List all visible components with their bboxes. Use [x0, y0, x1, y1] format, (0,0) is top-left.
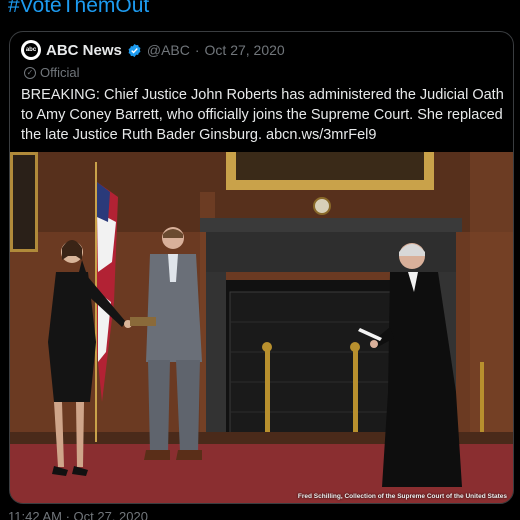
- verified-badge-icon: [128, 43, 141, 57]
- photo-credit: Fred Schilling, Collection of the Suprem…: [297, 493, 507, 500]
- separator-dot: ·: [194, 42, 200, 58]
- avatar[interactable]: abc: [21, 40, 41, 60]
- abc-logo-icon: abc: [24, 43, 38, 57]
- quoted-tweet-header: abc ABC News @ABC · Oct 27, 2020: [21, 40, 285, 60]
- swearing-in-photo: [10, 152, 513, 503]
- official-label: ✓ Official: [24, 65, 80, 80]
- hashtag-text[interactable]: #VoteThemOut: [8, 0, 149, 18]
- author-name[interactable]: ABC News: [46, 42, 122, 59]
- author-handle[interactable]: @ABC: [147, 42, 190, 58]
- official-check-icon: ✓: [24, 66, 36, 79]
- tweet-photo[interactable]: Fred Schilling, Collection of the Suprem…: [10, 152, 513, 503]
- quoted-tweet-text: BREAKING: Chief Justice John Roberts has…: [21, 87, 504, 143]
- tweet-timestamp[interactable]: 11:42 AM · Oct 27, 2020: [8, 509, 148, 520]
- official-label-text: Official: [40, 65, 80, 80]
- quoted-tweet-card[interactable]: abc ABC News @ABC · Oct 27, 2020 ✓ Offic…: [9, 31, 514, 504]
- post-date[interactable]: Oct 27, 2020: [205, 42, 285, 58]
